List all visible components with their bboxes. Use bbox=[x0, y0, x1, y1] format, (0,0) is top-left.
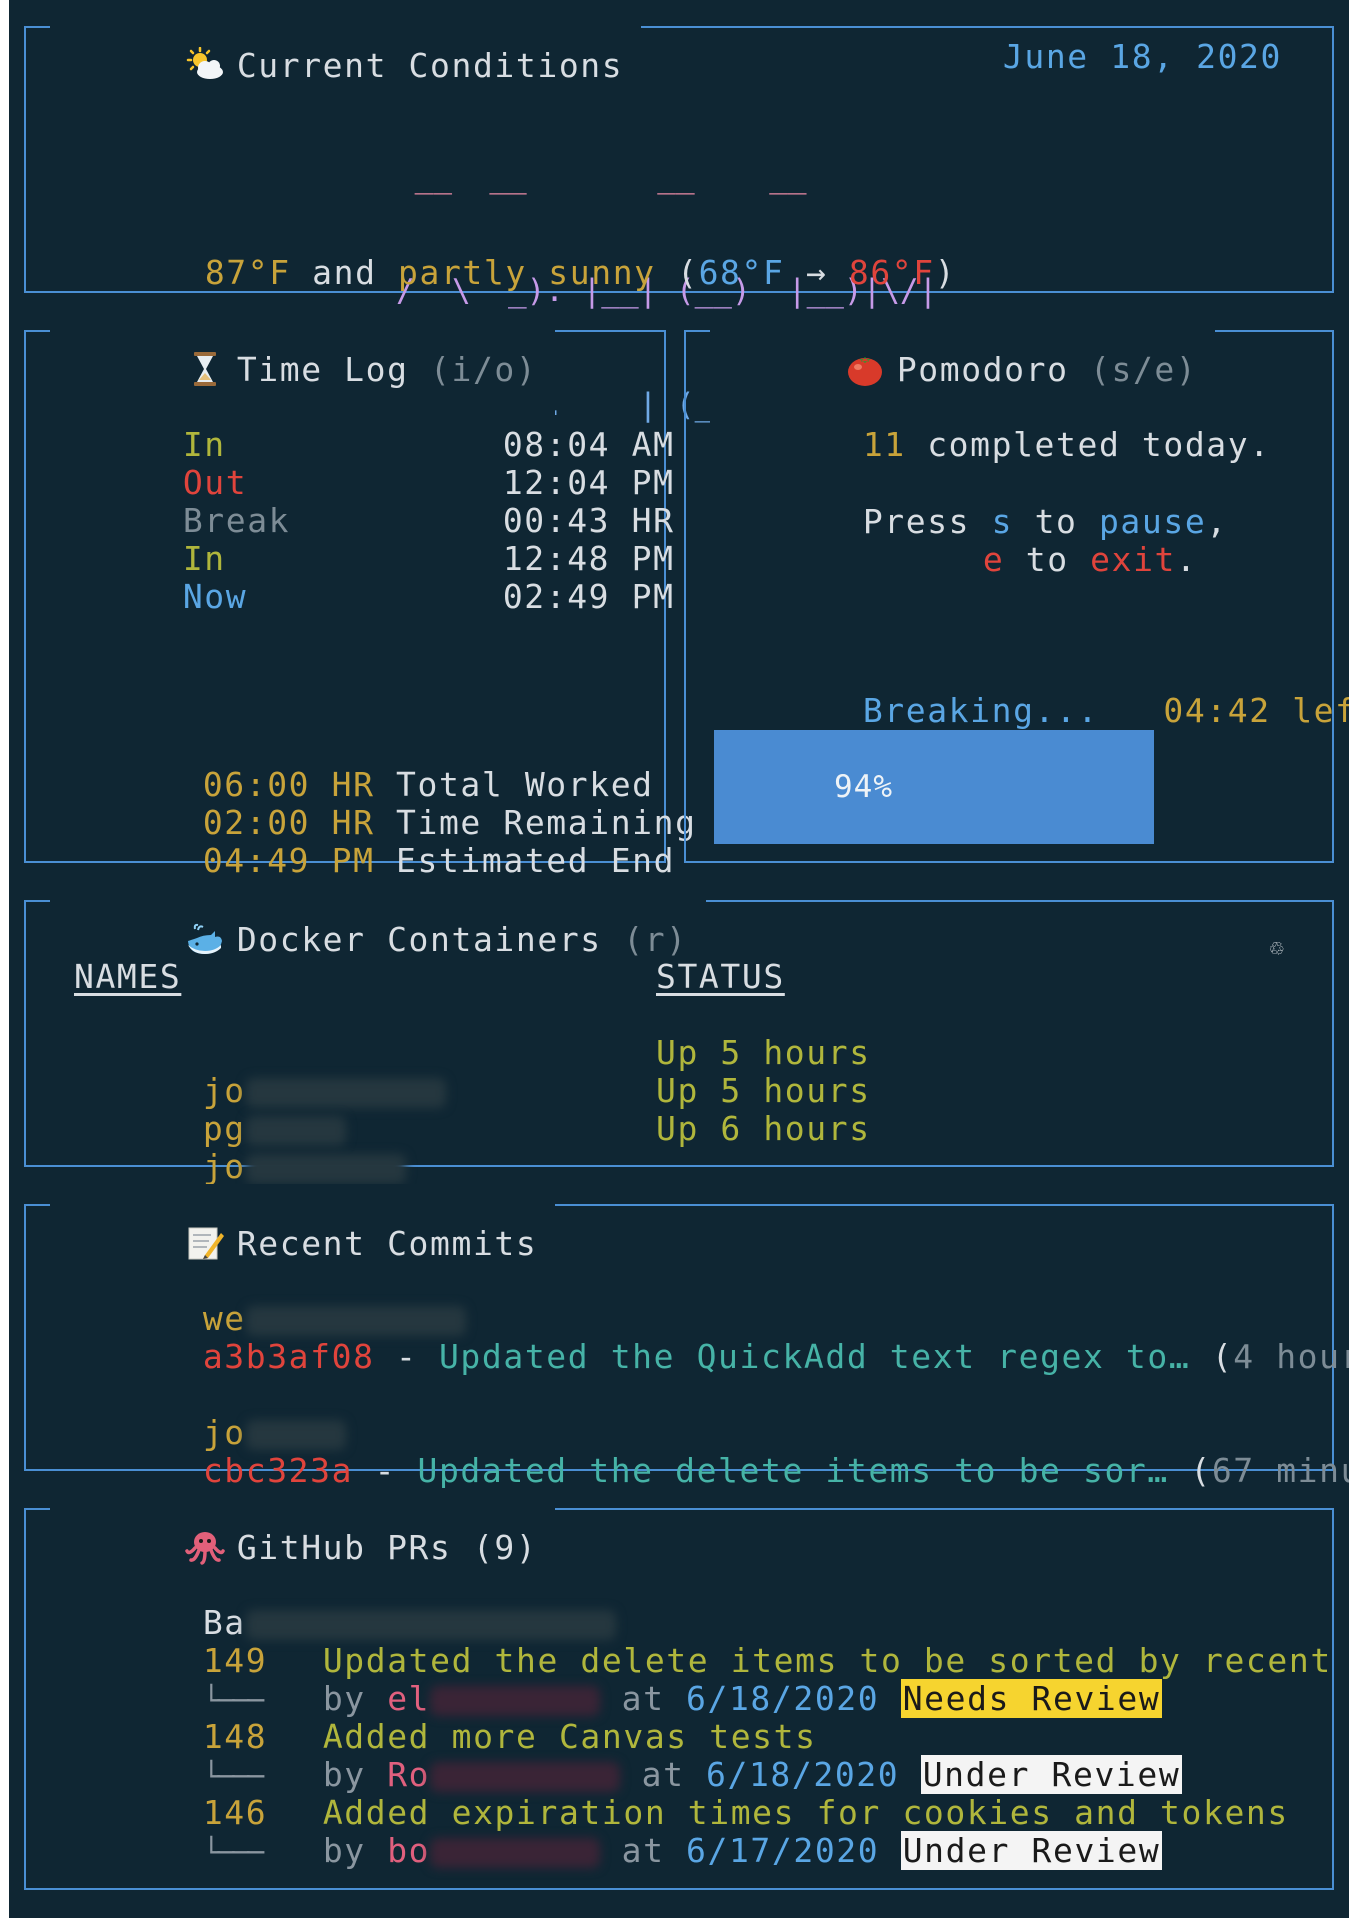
docker-col-status: STATUS bbox=[656, 957, 785, 996]
paren-open: ( bbox=[677, 253, 699, 292]
weather-and: and bbox=[312, 253, 377, 292]
pomodoro-instructions-exit: e to exit. bbox=[854, 503, 1198, 617]
commit-hash[interactable]: a3b3af08 bbox=[203, 1337, 375, 1376]
commit-hash[interactable]: cbc323a bbox=[203, 1451, 353, 1490]
commits-panel: Recent Commits we a3b3af08 - Updated the… bbox=[24, 1184, 1349, 1490]
branch-connector-icon: └─── bbox=[202, 1836, 264, 1869]
memo-icon bbox=[188, 1227, 224, 1260]
pr-by: by bbox=[322, 1831, 366, 1870]
github-panel: GitHub PRs (9) Ba 149 Updated the delete … bbox=[24, 1488, 1334, 1890]
timelog-title-text: Time Log bbox=[236, 350, 409, 389]
container-status: Up 5 hours bbox=[656, 1033, 871, 1072]
pomodoro-progress-label: 94% bbox=[834, 769, 893, 805]
summary-label: Estimated End bbox=[396, 841, 676, 880]
period: . bbox=[1176, 540, 1198, 579]
whale-icon bbox=[187, 923, 222, 954]
commit-age-text: minutes ago bbox=[1276, 1451, 1349, 1490]
pomodoro-progress-track: 94% bbox=[714, 730, 1154, 844]
pr-date: 6/17/2020 bbox=[686, 1831, 880, 1870]
hourglass-icon bbox=[193, 352, 216, 386]
commit-message: Updated the delete items to be sor… bbox=[417, 1451, 1169, 1490]
redacted-author bbox=[430, 1837, 601, 1868]
conditions-title-text: Current Conditions bbox=[236, 46, 624, 85]
arrow-icon: → bbox=[805, 253, 828, 292]
terminal-dashboard: Current Conditions June 18, 2020 __ __ _… bbox=[9, 0, 1349, 1918]
timelog-entry: Now 02:49 PM bbox=[54, 540, 675, 654]
summary-value: 04:49 bbox=[202, 841, 311, 880]
completed-text: completed today. bbox=[927, 425, 1271, 464]
commit-age-text: hours ago bbox=[1276, 1337, 1349, 1376]
summary-unit: PM bbox=[331, 841, 375, 880]
commits-title-text: Recent Commits bbox=[236, 1224, 538, 1263]
sun-behind-cloud-icon bbox=[186, 47, 223, 79]
github-pr-count: (9) bbox=[472, 1528, 538, 1567]
pomodoro-progress-fill bbox=[714, 730, 1154, 844]
pomodoro-title-text: Pomodoro bbox=[896, 350, 1069, 389]
time-left: 04:42 bbox=[1163, 691, 1271, 730]
to-text: to bbox=[1025, 540, 1069, 579]
timelog-panel: Time Log (i/o) In 08:04 AM Out 12:04 PM Br… bbox=[24, 310, 695, 880]
pomodoro-panel: Pomodoro (s/e) 11 completed today. Press… bbox=[684, 310, 1349, 863]
pomodoro-status: Breaking... bbox=[862, 691, 1099, 730]
redacted-name bbox=[245, 1153, 406, 1184]
container-status: Up 6 hours bbox=[656, 1109, 871, 1148]
commit-dash: - bbox=[374, 1451, 397, 1490]
docker-col-names: NAMES bbox=[74, 957, 182, 996]
paren-close: ) bbox=[934, 253, 957, 292]
commit-age-num: 4 bbox=[1233, 1337, 1255, 1376]
key-e: e bbox=[982, 540, 1005, 579]
completed-count: 11 bbox=[862, 425, 906, 464]
ascii-clock-line-1: __ __ __ __ bbox=[396, 159, 807, 195]
exit-action: exit bbox=[1090, 540, 1177, 579]
docker-panel: Docker Containers (r) ♲ NAMES STATUS jo … bbox=[24, 880, 1334, 1186]
pr-at: at bbox=[621, 1831, 665, 1870]
pr-author: bo bbox=[387, 1831, 431, 1870]
octopus-icon bbox=[185, 1532, 225, 1565]
pr-status-badge: Needs Review bbox=[900, 1679, 1163, 1718]
docker-title-text: Docker Containers bbox=[236, 920, 602, 959]
pr-meta-row: └─── by bo at 6/17/2020 Under Review bbox=[74, 1794, 1163, 1910]
recycle-icon[interactable]: ♲ bbox=[1270, 928, 1284, 966]
container-status: Up 5 hours bbox=[656, 1071, 871, 1110]
comma: , bbox=[1206, 502, 1228, 541]
current-temp: 87°F bbox=[204, 253, 291, 292]
left-text: left bbox=[1292, 691, 1349, 730]
tomato-icon bbox=[847, 357, 882, 386]
commit-message: Updated the QuickAdd text regex to… bbox=[438, 1337, 1191, 1376]
container-name: jo bbox=[202, 1147, 246, 1186]
conditions-date: June 18, 2020 bbox=[1002, 37, 1282, 76]
timelog-hint: (i/o) bbox=[430, 350, 538, 389]
paren-open: ( bbox=[1211, 1337, 1234, 1376]
pomodoro-hint: (s/e) bbox=[1090, 350, 1198, 389]
pr-status-badge: Under Review bbox=[900, 1831, 1163, 1870]
paren-open: ( bbox=[1190, 1451, 1212, 1490]
entry-label: Now bbox=[182, 577, 248, 616]
commit-age-num: 67 bbox=[1211, 1451, 1255, 1490]
low-temp: 68°F bbox=[698, 253, 785, 292]
entry-time: 02:49 PM bbox=[502, 577, 675, 616]
conditions-panel: Current Conditions June 18, 2020 __ __ _… bbox=[24, 6, 1334, 423]
weather-desc: partly sunny bbox=[398, 253, 656, 292]
high-temp: 86°F bbox=[848, 253, 935, 292]
github-title-text: GitHub PRs bbox=[236, 1528, 452, 1567]
docker-hint: (r) bbox=[623, 920, 688, 959]
commit-dash: - bbox=[396, 1337, 418, 1376]
